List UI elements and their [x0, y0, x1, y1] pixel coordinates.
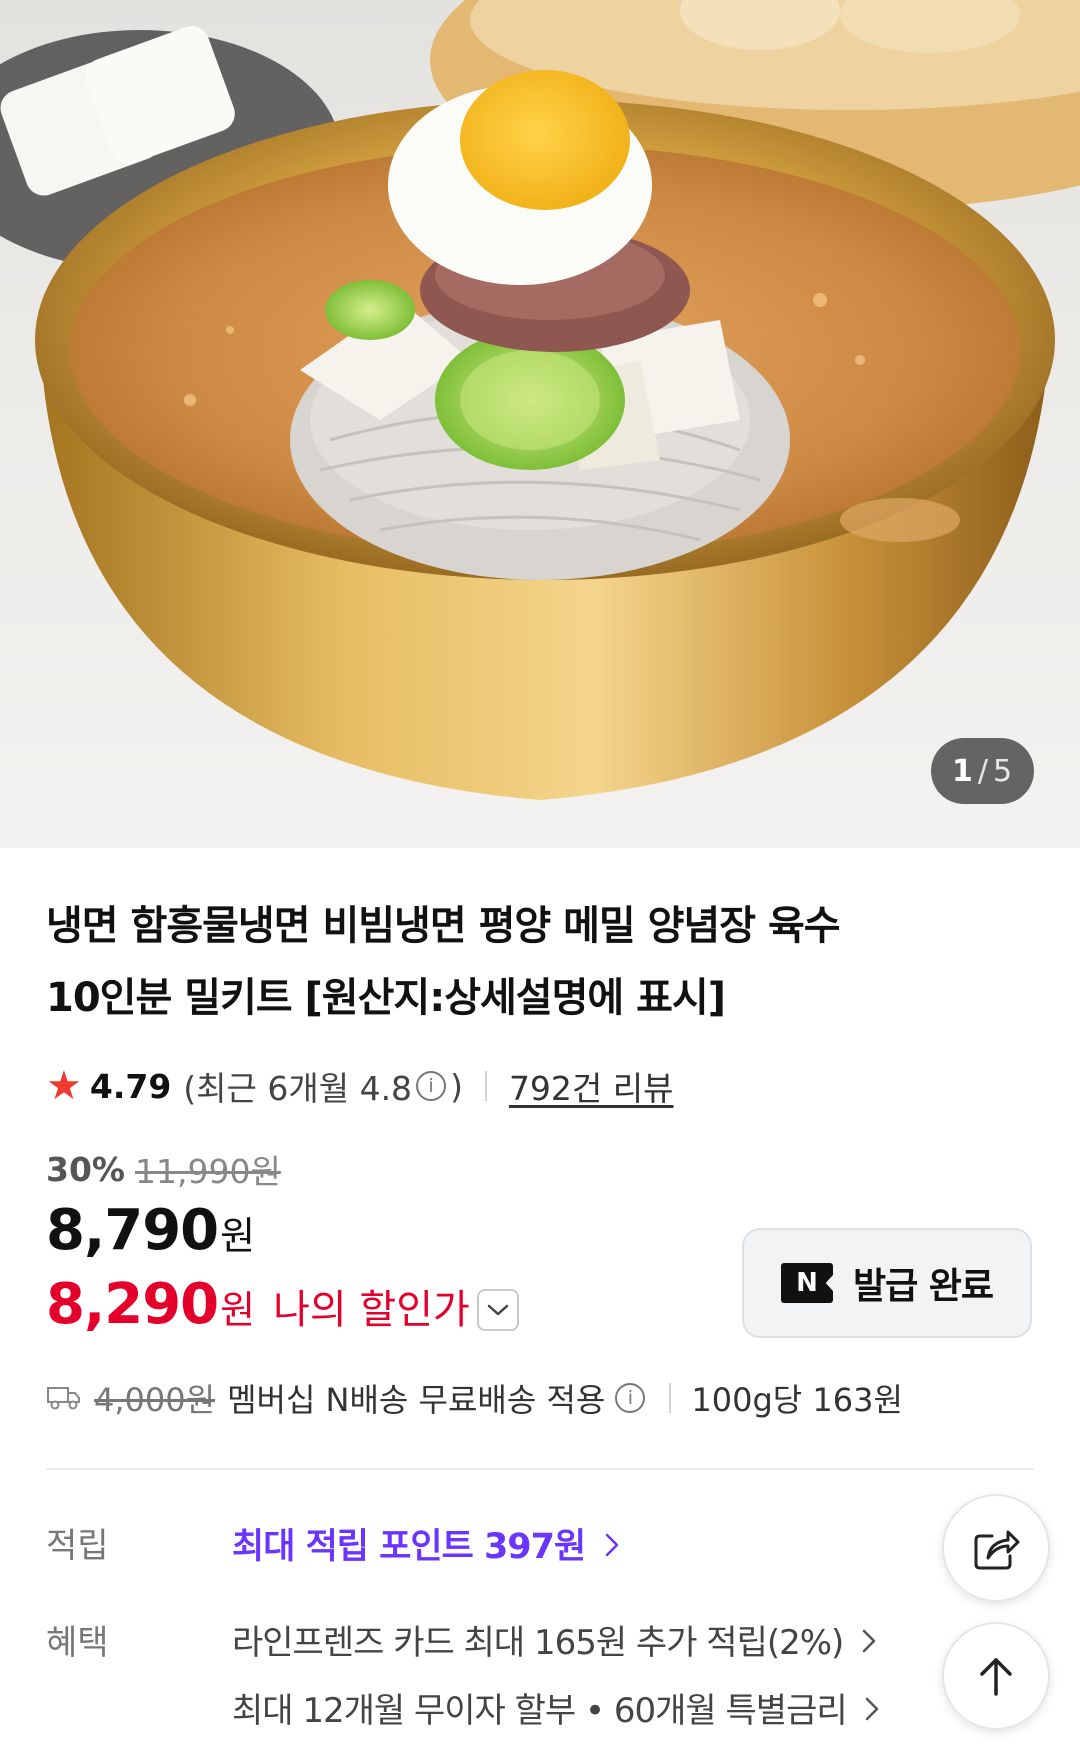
rating-recent: (최근 6개월 4.8 — [183, 1069, 413, 1108]
image-counter: 1 / 5 — [931, 738, 1034, 804]
counter-separator: / — [977, 753, 989, 789]
rating-recent-close: ) — [450, 1066, 463, 1106]
chevron-right-icon — [864, 1691, 880, 1731]
star-icon: ★ — [46, 1063, 82, 1109]
benefit-installment-text: 최대 12개월 무이자 할부 • 60개월 특별금리 — [232, 1691, 848, 1731]
naver-n-icon: N — [780, 1263, 833, 1303]
counter-current: 1 — [951, 753, 974, 789]
share-button[interactable] — [942, 1494, 1050, 1602]
arrow-up-icon — [980, 1658, 1012, 1696]
max-points-text: 최대 적립 포인트 397원 — [232, 1527, 586, 1567]
chevron-right-icon — [861, 1623, 877, 1663]
share-icon — [974, 1530, 1020, 1570]
discount-row: 30% 11,990원 — [46, 1145, 281, 1193]
chevron-right-icon — [604, 1527, 620, 1567]
section-divider — [46, 1468, 1034, 1470]
unit-price: 100g당 163원 — [691, 1381, 903, 1419]
benefit-installment-link[interactable]: 최대 12개월 무이자 할부 • 60개월 특별금리 — [232, 1683, 880, 1732]
naengmyeon-photo — [0, 0, 1080, 800]
coupon-issued-button[interactable]: N 발급 완료 — [742, 1228, 1032, 1338]
benefit-label: 혜택 — [46, 1623, 109, 1663]
coupon-label: 발급 완료 — [852, 1266, 994, 1307]
sale-price-unit: 원 — [220, 1214, 256, 1258]
rating-score: 4.79 — [89, 1066, 172, 1106]
benefit-card-link[interactable]: 라인프렌즈 카드 최대 165원 추가 적립(2%) — [232, 1615, 877, 1664]
my-discount-price: 8,290 원 나의 할인가 — [46, 1272, 470, 1337]
benefit-card-text: 라인프렌즈 카드 최대 165원 추가 적립(2%) — [232, 1623, 844, 1663]
sale-price-number: 8,790 — [46, 1198, 219, 1263]
divider — [669, 1383, 672, 1413]
scroll-to-top-button[interactable] — [942, 1622, 1050, 1730]
product-title: 냉면 함흥물냉면 비빔냉면 평양 메밀 양념장 육수 10인분 밀키트 [원산지… — [46, 890, 1026, 1034]
divider — [484, 1071, 487, 1101]
info-icon[interactable]: i — [416, 1071, 447, 1101]
free-shipping-text: 멤버십 N배송 무료배송 적용 — [227, 1381, 606, 1419]
my-price-unit: 원 — [220, 1288, 256, 1332]
max-points-link[interactable]: 최대 적립 포인트 397원 — [232, 1518, 620, 1569]
my-price-number: 8,290 — [46, 1272, 219, 1337]
product-title-line-2: 10인분 밀키트 [원산지:상세설명에 표시] — [46, 975, 726, 1021]
shipping-row: 4,000원 멤버십 N배송 무료배송 적용 i 100g당 163원 — [46, 1370, 903, 1426]
points-label: 적립 — [46, 1526, 109, 1566]
counter-total: 5 — [992, 753, 1014, 789]
rating-row: ★ 4.79 (최근 6개월 4.8 i ) 792건 리뷰 — [46, 1058, 674, 1114]
shipping-fee: 4,000원 — [94, 1381, 216, 1419]
original-price: 11,990원 — [135, 1152, 281, 1191]
product-title-line-1: 냉면 함흥물냉면 비빔냉면 평양 메밀 양념장 육수 — [46, 903, 841, 949]
sale-price: 8,790 원 — [46, 1198, 255, 1263]
info-icon[interactable]: i — [615, 1383, 646, 1413]
chevron-down-icon — [487, 1304, 509, 1316]
product-image[interactable]: 1 / 5 — [0, 0, 1080, 848]
my-price-expand-button[interactable] — [477, 1289, 519, 1331]
review-count-link[interactable]: 792건 리뷰 — [509, 1062, 674, 1110]
my-price-label: 나의 할인가 — [273, 1287, 470, 1333]
discount-rate: 30% — [46, 1149, 125, 1189]
truck-icon — [47, 1387, 80, 1410]
